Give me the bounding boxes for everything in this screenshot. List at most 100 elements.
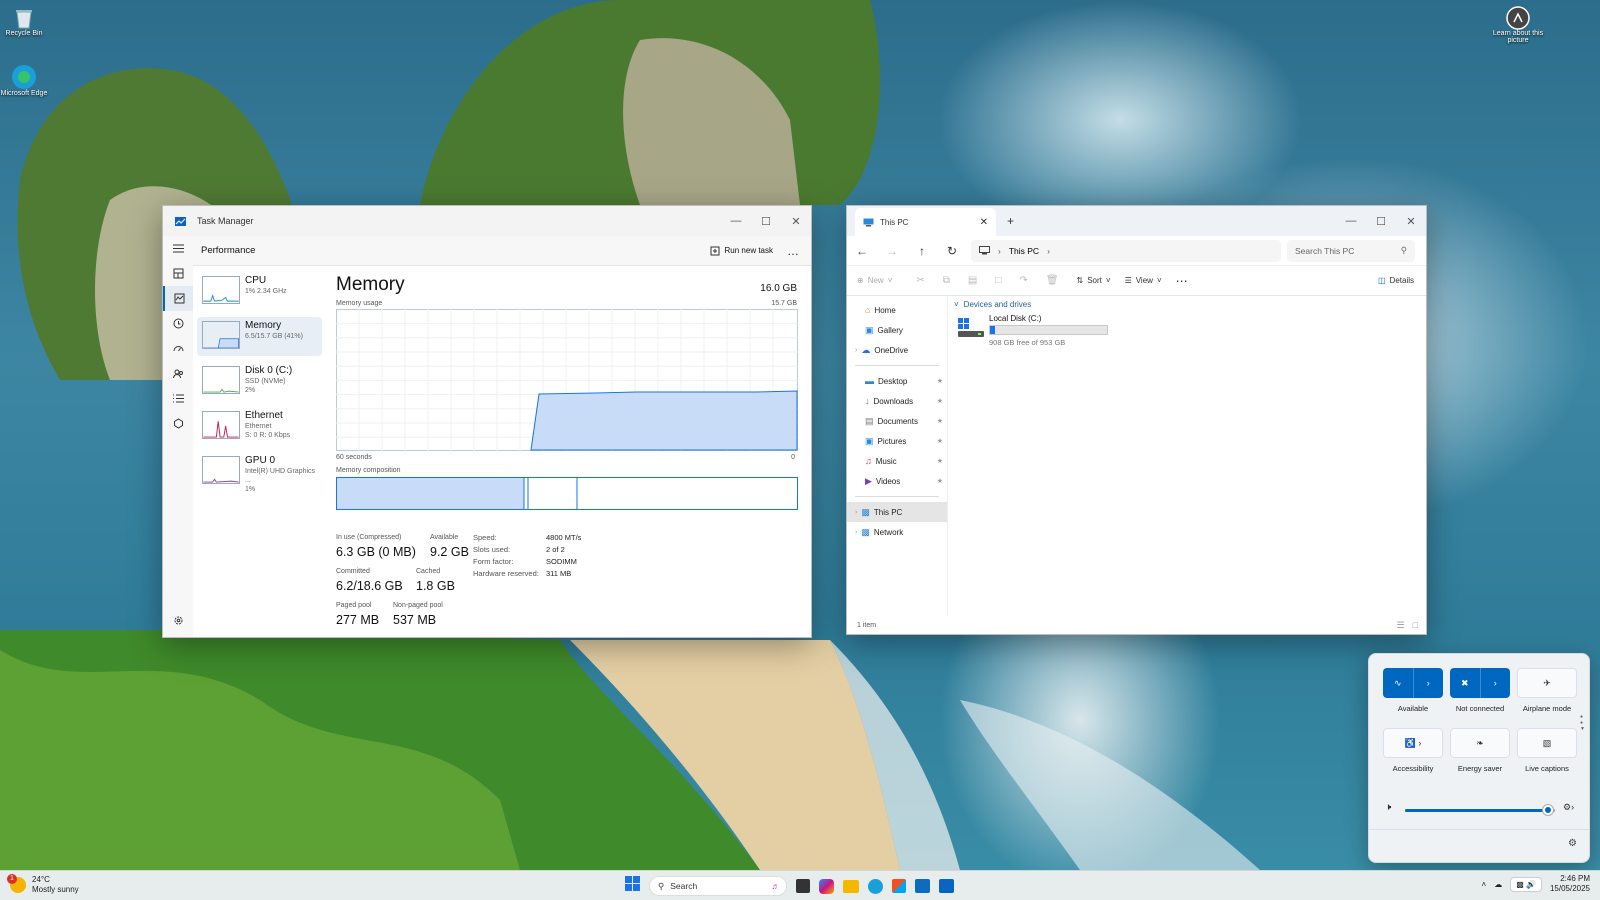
nav-item-documents[interactable]: ▤ Documents ★: [847, 411, 947, 431]
nav-item-pictures[interactable]: ▣ Pictures ★: [847, 431, 947, 451]
status-bar: 1 item ☰ □: [847, 616, 1426, 634]
accessibility-toggle[interactable]: ♿ ›: [1383, 728, 1443, 758]
processes-icon[interactable]: [163, 261, 193, 286]
weather-widget[interactable]: 1 24°C Mostly sunny: [7, 874, 79, 895]
live-captions-toggle[interactable]: ▧: [1517, 728, 1577, 758]
nav-item-home[interactable]: ⌂ Home: [847, 300, 947, 320]
view-button[interactable]: ☰ View ˅: [1125, 276, 1162, 285]
settings-gear-icon[interactable]: [163, 608, 193, 633]
disk-usage: 2%: [245, 387, 256, 394]
performance-icon[interactable]: [163, 286, 193, 311]
tab-this-pc[interactable]: This PC ✕: [855, 208, 996, 236]
energy-saver-toggle[interactable]: ❧: [1450, 728, 1510, 758]
clock[interactable]: 2:46 PM 15/05/2025: [1550, 874, 1590, 894]
file-explorer-taskbar-icon[interactable]: [843, 879, 859, 893]
in-use-value: 6.3 GB (0 MB): [336, 545, 416, 559]
outlook-taskbar-icon[interactable]: [915, 879, 930, 893]
all-settings-gear-icon[interactable]: ⚙: [1568, 838, 1577, 849]
spotlight-icon[interactable]: Learn about this picture: [1492, 6, 1544, 44]
airplane-mode-toggle[interactable]: ✈: [1517, 668, 1577, 698]
close-button[interactable]: ✕: [1396, 215, 1426, 228]
delete-icon[interactable]: 🗑: [1046, 275, 1059, 286]
run-new-task-button[interactable]: Run new task: [710, 246, 773, 256]
expand-chevron-icon[interactable]: ›: [855, 347, 857, 354]
audio-output-icon[interactable]: ⚙›: [1563, 802, 1574, 813]
more-options-button[interactable]: …: [787, 244, 799, 258]
copilot-icon[interactable]: [819, 878, 834, 894]
nav-item-this-pc[interactable]: › ▩ This PC: [847, 502, 947, 522]
maximize-button[interactable]: ☐: [751, 215, 781, 228]
paste-icon[interactable]: ▤: [968, 275, 977, 286]
nav-item-network[interactable]: › ▩ Network: [847, 522, 947, 542]
edge-desktop-icon[interactable]: Microsoft Edge: [0, 64, 48, 97]
share-icon[interactable]: ↷: [1019, 275, 1027, 286]
expand-chevron-icon[interactable]: ›: [855, 529, 857, 536]
services-icon[interactable]: [163, 411, 193, 436]
task-view-icon[interactable]: [796, 879, 810, 893]
bluetooth-toggle[interactable]: ✖ ›: [1450, 668, 1510, 698]
details-button[interactable]: ◫ Details: [1378, 276, 1414, 285]
section-header[interactable]: ˅ Devices and drives: [954, 300, 1031, 309]
up-arrow-icon[interactable]: ↑: [907, 244, 937, 258]
startup-apps-icon[interactable]: [163, 336, 193, 361]
start-button[interactable]: [625, 876, 640, 896]
nav-item-gallery[interactable]: ▣ Gallery: [847, 320, 947, 340]
rename-icon[interactable]: □: [995, 275, 1001, 286]
perf-item-gpu[interactable]: GPU 0 Intel(R) UHD Graphics ... 1%: [197, 452, 322, 493]
music-icon: ♫: [865, 456, 872, 466]
volume-icon[interactable]: 🕨: [1385, 802, 1391, 813]
nav-item-videos[interactable]: ▶ Videos ★: [847, 471, 947, 491]
nav-item-downloads[interactable]: ↓ Downloads ★: [847, 391, 947, 411]
expand-chevron-icon[interactable]: ›: [855, 509, 857, 516]
refresh-icon[interactable]: ↻: [937, 244, 967, 258]
bluetooth-expand-chevron-icon[interactable]: ›: [1481, 678, 1511, 688]
nav-item-onedrive[interactable]: › ☁ OneDrive: [847, 340, 947, 360]
back-arrow-icon[interactable]: ←: [847, 244, 877, 258]
users-icon[interactable]: [163, 361, 193, 386]
hamburger-menu-icon[interactable]: [163, 236, 193, 261]
cut-icon[interactable]: ✂: [916, 275, 924, 286]
spec-key: Speed:: [473, 533, 497, 542]
copy-icon[interactable]: ⧉: [943, 275, 950, 286]
pin-icon: ★: [936, 438, 943, 445]
more-options-icon[interactable]: ⋯: [1176, 274, 1188, 288]
onedrive-tray-icon[interactable]: ☁: [1494, 880, 1502, 889]
sort-button[interactable]: ⇅ Sort ˅: [1077, 276, 1111, 285]
app-history-icon[interactable]: [163, 311, 193, 336]
edge-taskbar-icon[interactable]: [868, 878, 883, 894]
store-taskbar-icon[interactable]: [892, 879, 906, 893]
close-button[interactable]: ✕: [781, 215, 811, 228]
page-dots-icon[interactable]: ● ● ▼: [1580, 714, 1585, 732]
volume-slider-thumb[interactable]: [1542, 805, 1553, 815]
volume-slider[interactable]: [1405, 805, 1555, 815]
tab-close-icon[interactable]: ✕: [980, 217, 988, 228]
recycle-bin-icon[interactable]: Recycle Bin: [0, 6, 48, 37]
task-manager-taskbar-icon[interactable]: [939, 879, 954, 893]
forward-arrow-icon[interactable]: →: [877, 244, 907, 258]
tiles-view-icon[interactable]: □: [1413, 620, 1418, 630]
nav-item-music[interactable]: ♫ Music ★: [847, 451, 947, 471]
new-button[interactable]: ⊕ New ˅: [857, 276, 892, 285]
list-view-icon[interactable]: ☰: [1396, 620, 1404, 631]
maximize-button[interactable]: ☐: [1366, 215, 1396, 228]
show-hidden-icons-icon[interactable]: ˄: [1482, 880, 1487, 889]
address-bar[interactable]: › This PC ›: [971, 239, 1281, 262]
quick-settings-button[interactable]: ▩ 🔊: [1510, 876, 1542, 892]
perf-item-name: GPU 0: [245, 455, 276, 466]
perf-item-ethernet[interactable]: Ethernet Ethernet S: 0 R: 0 Kbps: [197, 407, 322, 446]
nav-label: Gallery: [877, 325, 903, 335]
nav-item-desktop[interactable]: ▬ Desktop ★: [847, 371, 947, 391]
wifi-expand-chevron-icon[interactable]: ›: [1414, 678, 1444, 688]
perf-item-disk[interactable]: Disk 0 (C:) SSD (NVMe) 2%: [197, 362, 322, 401]
drive-item-c[interactable]: Local Disk (C:) 908 GB free of 953 GB: [958, 314, 1128, 347]
search-box[interactable]: Search This PC ⚲: [1287, 239, 1415, 262]
perf-item-memory[interactable]: Memory 6.5/15.7 GB (41%): [197, 317, 322, 356]
minimize-button[interactable]: —: [721, 215, 751, 227]
wifi-toggle[interactable]: ∿ ›: [1383, 668, 1443, 698]
details-icon[interactable]: [163, 386, 193, 411]
new-tab-button[interactable]: +: [1007, 214, 1014, 228]
nav-label: Pictures: [877, 436, 907, 446]
taskbar-search[interactable]: ⚲ Search ♬: [649, 876, 787, 896]
perf-item-cpu[interactable]: CPU 1% 2.34 GHz: [197, 272, 322, 311]
minimize-button[interactable]: —: [1336, 215, 1366, 227]
